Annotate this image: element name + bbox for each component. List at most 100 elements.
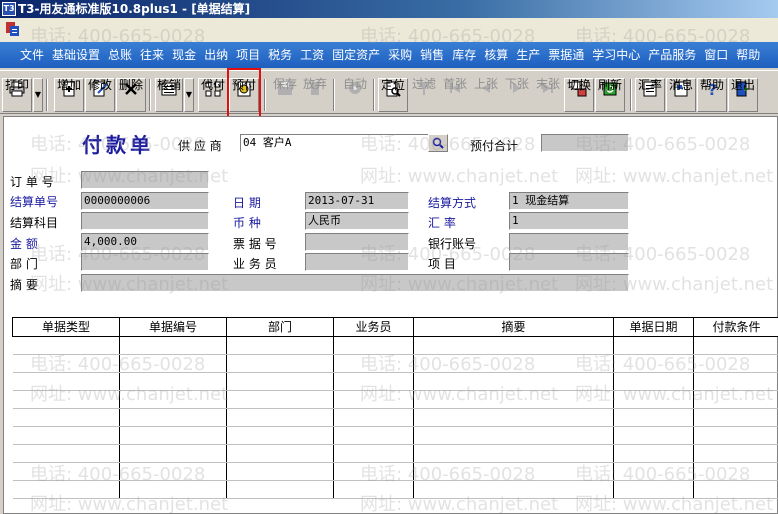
rate-field[interactable]: 1 [509, 212, 629, 230]
table-row[interactable] [12, 354, 778, 373]
menu-item[interactable]: 学习中心 [588, 42, 644, 68]
currency-field[interactable]: 人民币 [305, 212, 409, 230]
menu-item[interactable]: 窗口 [700, 42, 732, 68]
table-cell[interactable] [12, 354, 120, 373]
table-row[interactable] [12, 372, 778, 391]
table-cell[interactable] [333, 444, 414, 463]
exit-button[interactable]: 退出 [728, 78, 758, 112]
table-cell[interactable] [693, 444, 778, 463]
table-cell[interactable] [413, 444, 614, 463]
proxy-pay-button[interactable]: 代付 [198, 78, 228, 112]
menu-item[interactable]: 采购 [384, 42, 416, 68]
table-cell[interactable] [413, 354, 614, 373]
table-cell[interactable] [226, 444, 334, 463]
amount-field[interactable]: 4,000.00 [81, 233, 209, 251]
table-cell[interactable] [613, 462, 694, 481]
column-header[interactable]: 部门 [226, 318, 334, 337]
locate-button[interactable]: 定位 [378, 78, 408, 112]
table-cell[interactable] [119, 426, 227, 445]
table-cell[interactable] [613, 372, 694, 391]
print-button[interactable]: 打印 [2, 78, 32, 112]
menu-item[interactable]: 销售 [416, 42, 448, 68]
table-cell[interactable] [333, 426, 414, 445]
menu-item[interactable]: 核算 [480, 42, 512, 68]
table-row[interactable] [12, 462, 778, 481]
first-record-button[interactable]: 首张 [440, 78, 470, 112]
table-cell[interactable] [12, 336, 120, 355]
table-cell[interactable] [12, 390, 120, 409]
menu-item[interactable]: 工资 [296, 42, 328, 68]
table-cell[interactable] [226, 408, 334, 427]
writeoff-button[interactable]: 核销 [155, 78, 183, 112]
table-cell[interactable] [119, 462, 227, 481]
table-row[interactable] [12, 390, 778, 409]
table-cell[interactable] [693, 336, 778, 355]
table-cell[interactable] [693, 426, 778, 445]
abandon-button[interactable]: 放弃 [300, 78, 330, 112]
modify-button[interactable]: 修改 [85, 78, 115, 112]
table-cell[interactable] [333, 480, 414, 499]
table-cell[interactable] [226, 372, 334, 391]
table-cell[interactable] [413, 408, 614, 427]
table-cell[interactable] [613, 354, 694, 373]
settle-no-field[interactable]: 0000000006 [81, 192, 209, 210]
menu-item[interactable]: 帮助 [732, 42, 764, 68]
salesman-field[interactable] [305, 253, 409, 271]
bill-no-field[interactable] [305, 233, 409, 251]
table-cell[interactable] [333, 408, 414, 427]
menu-item[interactable]: 现金 [168, 42, 200, 68]
table-cell[interactable] [693, 390, 778, 409]
table-cell[interactable] [119, 354, 227, 373]
menu-item[interactable]: 总账 [104, 42, 136, 68]
auto-button[interactable]: 自动 [340, 78, 370, 112]
next-record-button[interactable]: 下张 [502, 78, 532, 112]
delete-button[interactable]: 删除 [116, 78, 146, 112]
table-cell[interactable] [693, 480, 778, 499]
table-cell[interactable] [613, 480, 694, 499]
column-header[interactable]: 单据编号 [119, 318, 227, 337]
writeoff-dropdown-button[interactable]: ▼ [184, 78, 194, 112]
table-cell[interactable] [333, 336, 414, 355]
table-cell[interactable] [413, 390, 614, 409]
add-button[interactable]: 增加 [54, 78, 84, 112]
bank-account-field[interactable] [509, 233, 629, 251]
menu-item[interactable]: 项目 [232, 42, 264, 68]
menu-item[interactable]: 基础设置 [48, 42, 104, 68]
table-row[interactable] [12, 480, 778, 499]
table-cell[interactable] [226, 462, 334, 481]
table-cell[interactable] [119, 408, 227, 427]
table-cell[interactable] [413, 462, 614, 481]
summary-field[interactable] [81, 274, 629, 292]
table-cell[interactable] [226, 336, 334, 355]
menu-item[interactable]: 税务 [264, 42, 296, 68]
menu-item[interactable]: 产品服务 [644, 42, 700, 68]
refresh-button[interactable]: 刷新 [595, 78, 625, 112]
table-cell[interactable] [333, 354, 414, 373]
column-header[interactable]: 摘要 [413, 318, 614, 337]
help-button[interactable]: ? 帮助 [697, 78, 727, 112]
settle-subject-field[interactable] [81, 212, 209, 230]
table-row[interactable] [12, 426, 778, 445]
column-header[interactable]: 单据日期 [613, 318, 694, 337]
document-window-icon[interactable] [4, 21, 20, 37]
table-cell[interactable] [119, 480, 227, 499]
switch-button[interactable]: 切换 [564, 78, 594, 112]
table-cell[interactable] [119, 390, 227, 409]
column-header[interactable]: 业务员 [333, 318, 414, 337]
table-cell[interactable] [613, 426, 694, 445]
menu-item[interactable]: 文件 [16, 42, 48, 68]
table-cell[interactable] [613, 390, 694, 409]
table-cell[interactable] [333, 372, 414, 391]
column-header[interactable]: 付款条件 [693, 318, 778, 337]
print-dropdown-button[interactable]: ▼ [33, 78, 43, 112]
menu-item[interactable]: 固定资产 [328, 42, 384, 68]
table-cell[interactable] [119, 336, 227, 355]
supplier-lookup-button[interactable] [428, 134, 448, 152]
table-cell[interactable] [12, 444, 120, 463]
table-cell[interactable] [333, 390, 414, 409]
table-cell[interactable] [413, 336, 614, 355]
column-header[interactable]: 单据类型 [12, 318, 120, 337]
date-field[interactable]: 2013-07-31 [305, 192, 409, 210]
table-cell[interactable] [12, 480, 120, 499]
table-cell[interactable] [226, 426, 334, 445]
